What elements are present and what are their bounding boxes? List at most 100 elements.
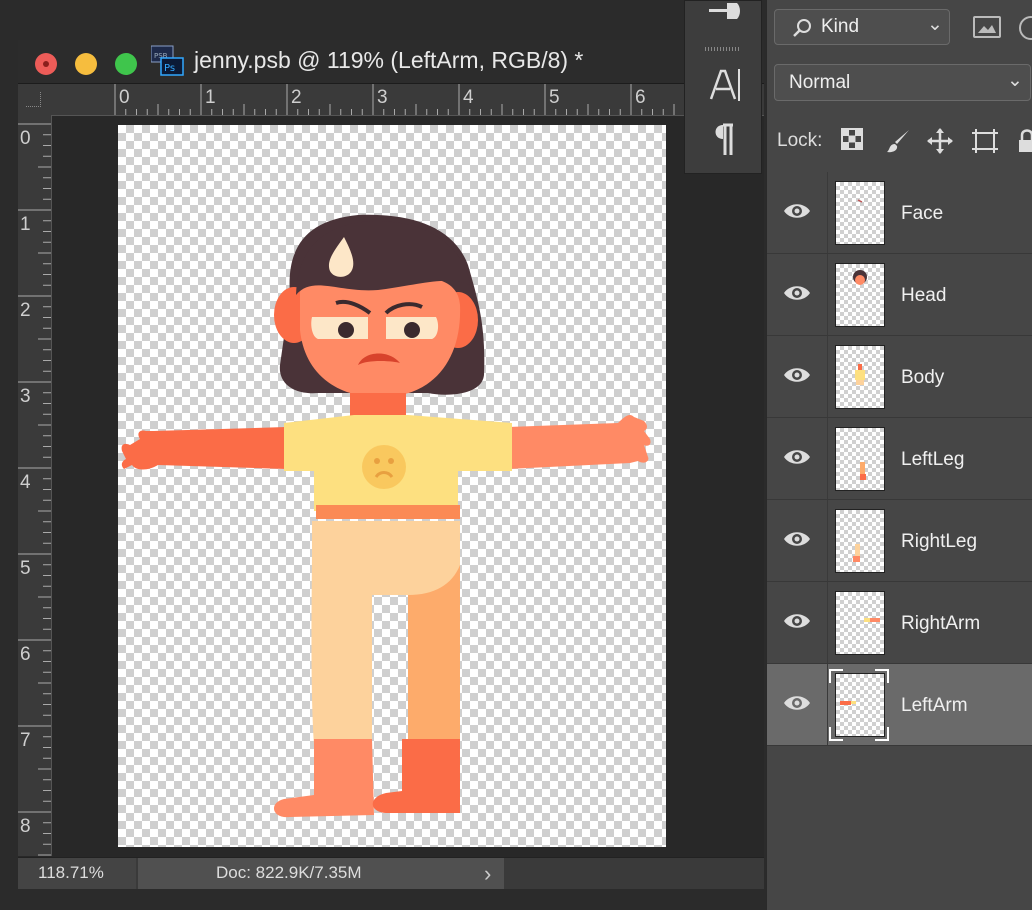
blend-mode-select[interactable]: Normal ⌄ (774, 64, 1031, 101)
floating-tool-panel (684, 0, 762, 174)
layer-row-leftarm[interactable]: LeftArm (767, 664, 1032, 746)
eye-icon[interactable] (783, 200, 811, 222)
ruler-v-label-4: 4 (20, 472, 31, 493)
logo-eye-right (388, 458, 394, 464)
document-title: jenny.psb @ 119% (LeftArm, RGB/8) * (194, 47, 584, 73)
eye-icon[interactable] (783, 610, 811, 632)
ruler-v-label-7: 7 (20, 730, 31, 751)
document-canvas[interactable] (118, 125, 666, 847)
character-artwork (121, 214, 651, 818)
ruler-h-label-6: 6 (635, 87, 646, 108)
vertical-ruler[interactable]: 0 1 2 3 4 5 6 7 8 (18, 116, 52, 856)
shirt-face-logo (362, 445, 406, 489)
minimize-window-button[interactable] (75, 53, 97, 75)
ruler-h-label-0: 0 (119, 87, 130, 108)
layer-separator (827, 172, 828, 253)
layer-row-leftleg[interactable]: LeftLeg (767, 418, 1032, 500)
zoom-level-field[interactable]: 118.71% (18, 858, 136, 889)
layer-thumbnail[interactable] (835, 509, 885, 573)
ruler-v-label-6: 6 (20, 644, 31, 665)
lock-position-icon[interactable] (927, 128, 953, 154)
layer-thumbnail[interactable] (835, 591, 885, 655)
document-size-text: Doc: 822.9K/7.35M (216, 863, 362, 882)
ruler-v-label-8: 8 (20, 816, 31, 837)
panel-grip[interactable] (705, 47, 741, 51)
lock-label: Lock: (777, 130, 823, 151)
ruler-origin[interactable] (18, 84, 52, 117)
selection-corner (875, 669, 889, 683)
right-pupil (404, 322, 420, 338)
left-foot (273, 739, 374, 818)
layer-name[interactable]: Body (901, 367, 944, 389)
layer-name[interactable]: Head (901, 285, 946, 307)
eye-icon[interactable] (783, 692, 811, 714)
layer-thumbnail[interactable] (835, 345, 885, 409)
layer-separator (827, 500, 828, 581)
character-panel-icon[interactable] (709, 65, 741, 103)
layer-separator (827, 418, 828, 499)
eye-icon[interactable] (783, 446, 811, 468)
close-window-button[interactable] (35, 53, 57, 75)
layer-row-face[interactable]: Face (767, 172, 1032, 254)
blend-mode-label: Normal (789, 72, 851, 93)
layer-thumbnail[interactable] (835, 181, 885, 245)
ruler-v-label-5: 5 (20, 558, 31, 579)
eye-icon[interactable] (783, 282, 811, 304)
ruler-h-label-4: 4 (463, 87, 474, 108)
layer-name[interactable]: RightArm (901, 613, 980, 635)
lock-image-pixels-icon[interactable] (885, 128, 911, 154)
svg-text:Ps: Ps (164, 63, 175, 74)
document-info-field[interactable]: Doc: 822.9K/7.35M › (138, 858, 504, 889)
horizontal-ruler[interactable]: 0 1 2 3 4 5 6 (51, 84, 764, 116)
layer-name[interactable]: Face (901, 203, 943, 225)
layer-row-rightleg[interactable]: RightLeg (767, 500, 1032, 582)
left-arm (121, 427, 286, 470)
ruler-v-label-3: 3 (20, 386, 31, 407)
selection-corner (875, 727, 889, 741)
layer-thumbnail[interactable] (835, 427, 885, 491)
document-window: PSB Ps jenny.psb @ 119% (LeftArm, RGB/8)… (18, 40, 764, 889)
right-arm (508, 415, 651, 469)
layer-separator (827, 336, 828, 417)
ruler-h-label-3: 3 (377, 87, 388, 108)
layer-row-rightarm[interactable]: RightArm (767, 582, 1032, 664)
ruler-v-label-2: 2 (20, 300, 31, 321)
paragraph-panel-icon[interactable] (711, 121, 737, 157)
window-titlebar[interactable]: PSB Ps jenny.psb @ 119% (LeftArm, RGB/8)… (18, 40, 764, 84)
chevron-right-icon[interactable]: › (484, 861, 491, 887)
layer-thumbnail[interactable] (835, 263, 885, 327)
right-foot (372, 739, 460, 813)
image-filter-icon[interactable] (973, 16, 1001, 38)
photoshop-file-icon: PSB Ps (151, 45, 184, 76)
layers-panel: Kind ⌄ Normal ⌄ Lock: Face Head Body Lef… (766, 0, 1032, 910)
layer-row-body[interactable]: Body (767, 336, 1032, 418)
shirt-hem (316, 505, 460, 519)
selection-corner (829, 727, 843, 741)
chevron-down-icon: ⌄ (1007, 70, 1023, 91)
lock-artboard-icon[interactable] (971, 128, 999, 154)
layer-name[interactable]: RightLeg (901, 531, 977, 553)
horizontal-ruler-ticks (114, 84, 761, 115)
ruler-v-label-1: 1 (20, 214, 31, 235)
eye-icon[interactable] (783, 528, 811, 550)
lock-all-icon[interactable] (1017, 128, 1032, 154)
paragraph-align-icon[interactable] (707, 1, 741, 23)
ruler-v-label-0: 0 (20, 128, 31, 149)
layer-name[interactable]: LeftLeg (901, 449, 964, 471)
filter-kind-select[interactable]: Kind ⌄ (774, 9, 950, 45)
layer-separator (827, 582, 828, 663)
ruler-h-label-1: 1 (205, 87, 216, 108)
layer-separator (827, 664, 828, 745)
eye-icon[interactable] (783, 364, 811, 386)
layer-row-head[interactable]: Head (767, 254, 1032, 336)
status-bar: 118.71% Doc: 822.9K/7.35M › (18, 857, 764, 889)
zoom-level-text: 118.71% (38, 863, 104, 882)
zoom-window-button[interactable] (115, 53, 137, 75)
left-pupil (338, 322, 354, 338)
lock-transparent-pixels-icon[interactable] (841, 128, 863, 150)
layer-name[interactable]: LeftArm (901, 695, 968, 717)
filter-kind-label: Kind (821, 16, 860, 37)
canvas-area[interactable] (52, 116, 764, 856)
layer-separator (827, 254, 828, 335)
adjustment-filter-icon[interactable] (1019, 16, 1032, 40)
